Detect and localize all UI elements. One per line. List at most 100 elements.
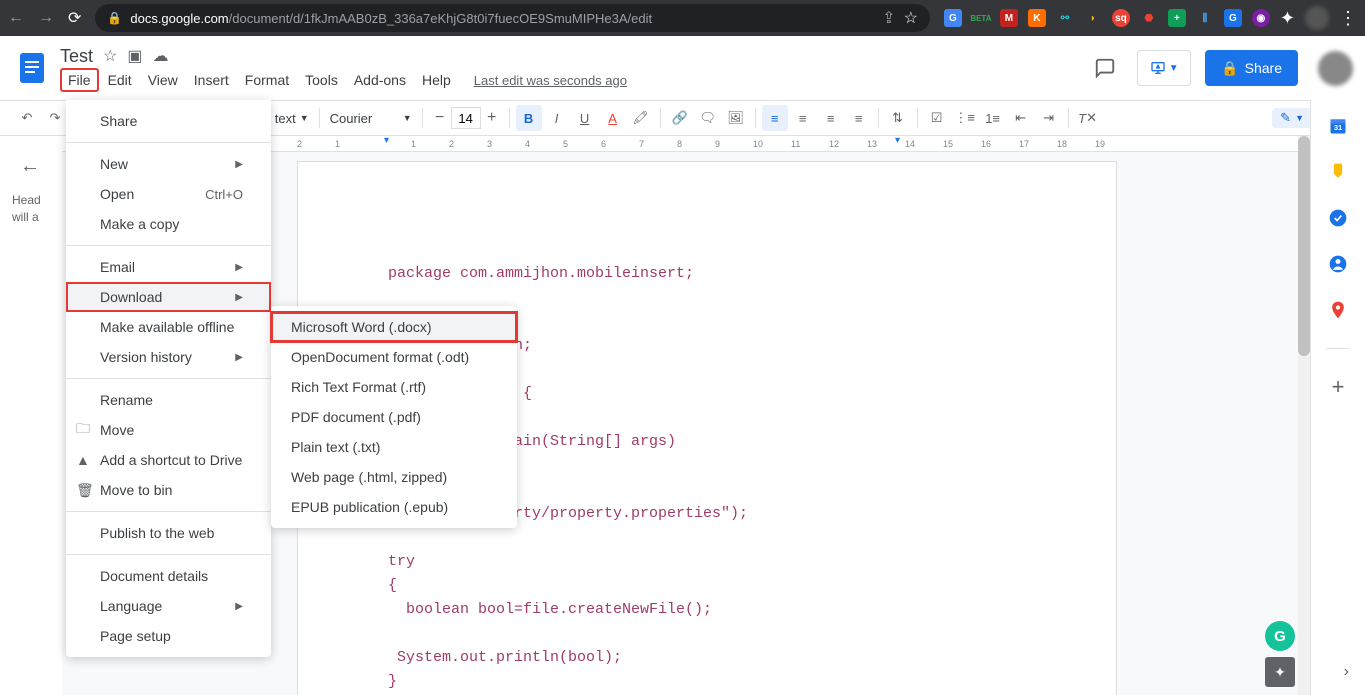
redo-button[interactable]: ↷: [42, 105, 68, 131]
last-edit-link[interactable]: Last edit was seconds ago: [474, 73, 627, 88]
cloud-status-icon[interactable]: ☁: [152, 46, 168, 66]
download-epub[interactable]: EPUB publication (.epub): [271, 492, 517, 522]
menu-tools[interactable]: Tools: [298, 69, 345, 91]
file-move-to-bin[interactable]: 🗑Move to bin: [66, 475, 271, 505]
checklist-button[interactable]: ☑: [924, 105, 950, 131]
file-page-setup[interactable]: Page setup: [66, 621, 271, 651]
file-rename[interactable]: Rename: [66, 385, 271, 415]
present-button[interactable]: ▼: [1137, 50, 1191, 86]
bold-button[interactable]: B: [516, 105, 542, 131]
bookmark-icon[interactable]: ☆: [904, 8, 918, 28]
file-details[interactable]: Document details: [66, 561, 271, 591]
file-language[interactable]: Language▶: [66, 591, 271, 621]
grammarly-icon[interactable]: G: [1265, 621, 1295, 651]
download-html[interactable]: Web page (.html, zipped): [271, 462, 517, 492]
bulleted-list-button[interactable]: ⋮≡: [952, 105, 978, 131]
ext-icon-plus[interactable]: +: [1168, 9, 1186, 27]
download-txt[interactable]: Plain text (.txt): [271, 432, 517, 462]
reload-button[interactable]: ⟳: [68, 8, 81, 28]
download-pdf[interactable]: PDF document (.pdf): [271, 402, 517, 432]
ext-icon-bars[interactable]: ⫼: [1196, 9, 1214, 27]
align-justify-button[interactable]: ≡: [846, 105, 872, 131]
docs-logo-icon[interactable]: [12, 48, 52, 88]
star-icon[interactable]: ☆: [103, 46, 117, 66]
font-size-input[interactable]: [451, 107, 481, 129]
file-publish[interactable]: Publish to the web: [66, 518, 271, 548]
align-left-button[interactable]: ≡: [762, 105, 788, 131]
explore-button[interactable]: ✦: [1265, 657, 1295, 687]
file-make-copy[interactable]: Make a copy: [66, 209, 271, 239]
share-button[interactable]: 🔒Share: [1205, 50, 1298, 86]
side-panel-collapse-icon[interactable]: ›: [1344, 663, 1349, 681]
tasks-icon[interactable]: [1326, 206, 1350, 230]
file-email[interactable]: Email▶: [66, 252, 271, 282]
undo-button[interactable]: ↶: [14, 105, 40, 131]
ext-icon-1[interactable]: G: [944, 9, 962, 27]
outline-back-icon[interactable]: ←: [12, 148, 48, 184]
menu-addons[interactable]: Add-ons: [347, 69, 413, 91]
ext-icon-shield[interactable]: ⬣: [1140, 9, 1158, 27]
editing-mode-button[interactable]: ✎ ▼: [1272, 108, 1312, 128]
menu-format[interactable]: Format: [238, 69, 296, 91]
file-share[interactable]: Share: [66, 106, 271, 136]
chrome-profile-avatar[interactable]: [1305, 6, 1329, 30]
highlight-button[interactable]: 🖍: [628, 105, 654, 131]
user-avatar[interactable]: [1318, 51, 1353, 86]
ext-icon-5[interactable]: ◗: [1084, 9, 1102, 27]
underline-button[interactable]: U: [572, 105, 598, 131]
menu-file[interactable]: File: [60, 68, 99, 92]
ext-icon-sq[interactable]: sq: [1112, 9, 1130, 27]
calendar-icon[interactable]: 31: [1326, 114, 1350, 138]
font-size-minus[interactable]: −: [429, 107, 451, 129]
file-add-shortcut[interactable]: ▲Add a shortcut to Drive: [66, 445, 271, 475]
comments-icon[interactable]: [1087, 50, 1123, 86]
italic-button[interactable]: I: [544, 105, 570, 131]
font-select[interactable]: Courier ▼: [326, 106, 416, 130]
menu-edit[interactable]: Edit: [101, 69, 139, 91]
file-download[interactable]: Download▶: [66, 282, 271, 312]
maps-icon[interactable]: [1326, 298, 1350, 322]
menu-help[interactable]: Help: [415, 69, 458, 91]
insert-link-button[interactable]: 🔗: [667, 105, 693, 131]
first-line-indent-marker[interactable]: ▾: [384, 136, 389, 146]
extensions-menu-icon[interactable]: ✦: [1280, 8, 1295, 29]
ext-icon-gs[interactable]: G: [1224, 9, 1242, 27]
line-spacing-button[interactable]: ⇅: [885, 105, 911, 131]
keep-icon[interactable]: [1326, 160, 1350, 184]
font-size-plus[interactable]: +: [481, 107, 503, 129]
addons-plus-icon[interactable]: +: [1326, 375, 1350, 399]
insert-image-button[interactable]: 🖼: [723, 105, 749, 131]
file-open[interactable]: OpenCtrl+O: [66, 179, 271, 209]
decrease-indent-button[interactable]: ⇤: [1008, 105, 1034, 131]
download-docx[interactable]: Microsoft Word (.docx): [271, 312, 517, 342]
contacts-icon[interactable]: [1326, 252, 1350, 276]
ext-beta[interactable]: BETA: [972, 9, 990, 27]
insert-comment-button[interactable]: 🗨: [695, 105, 721, 131]
move-dialog-icon[interactable]: ▣: [127, 46, 142, 66]
ext-icon-k[interactable]: K: [1028, 9, 1046, 27]
download-rtf[interactable]: Rich Text Format (.rtf): [271, 372, 517, 402]
align-right-button[interactable]: ≡: [818, 105, 844, 131]
scrollbar-thumb[interactable]: [1298, 136, 1310, 356]
ext-icon-link[interactable]: ⚯: [1056, 9, 1074, 27]
align-center-button[interactable]: ≡: [790, 105, 816, 131]
clear-formatting-button[interactable]: T✕: [1075, 105, 1101, 131]
download-odt[interactable]: OpenDocument format (.odt): [271, 342, 517, 372]
file-version-history[interactable]: Version history▶: [66, 342, 271, 372]
vertical-scrollbar[interactable]: [1298, 136, 1310, 695]
file-new[interactable]: New▶: [66, 149, 271, 179]
forward-button[interactable]: →: [38, 9, 54, 27]
file-move[interactable]: 🗀Move: [66, 415, 271, 445]
install-app-icon[interactable]: ⇪: [882, 8, 895, 28]
menu-view[interactable]: View: [141, 69, 185, 91]
address-bar[interactable]: 🔒 docs.google.com/document/d/1fkJmAAB0zB…: [95, 4, 930, 32]
document-title[interactable]: Test: [60, 46, 93, 67]
increase-indent-button[interactable]: ⇥: [1036, 105, 1062, 131]
ext-icon-m[interactable]: M: [1000, 9, 1018, 27]
ext-icon-n[interactable]: ◉: [1252, 9, 1270, 27]
chrome-menu-icon[interactable]: ⋮: [1339, 8, 1357, 29]
menu-insert[interactable]: Insert: [187, 69, 236, 91]
file-offline[interactable]: Make available offline: [66, 312, 271, 342]
text-color-button[interactable]: A: [600, 105, 626, 131]
back-button[interactable]: ←: [8, 9, 24, 27]
